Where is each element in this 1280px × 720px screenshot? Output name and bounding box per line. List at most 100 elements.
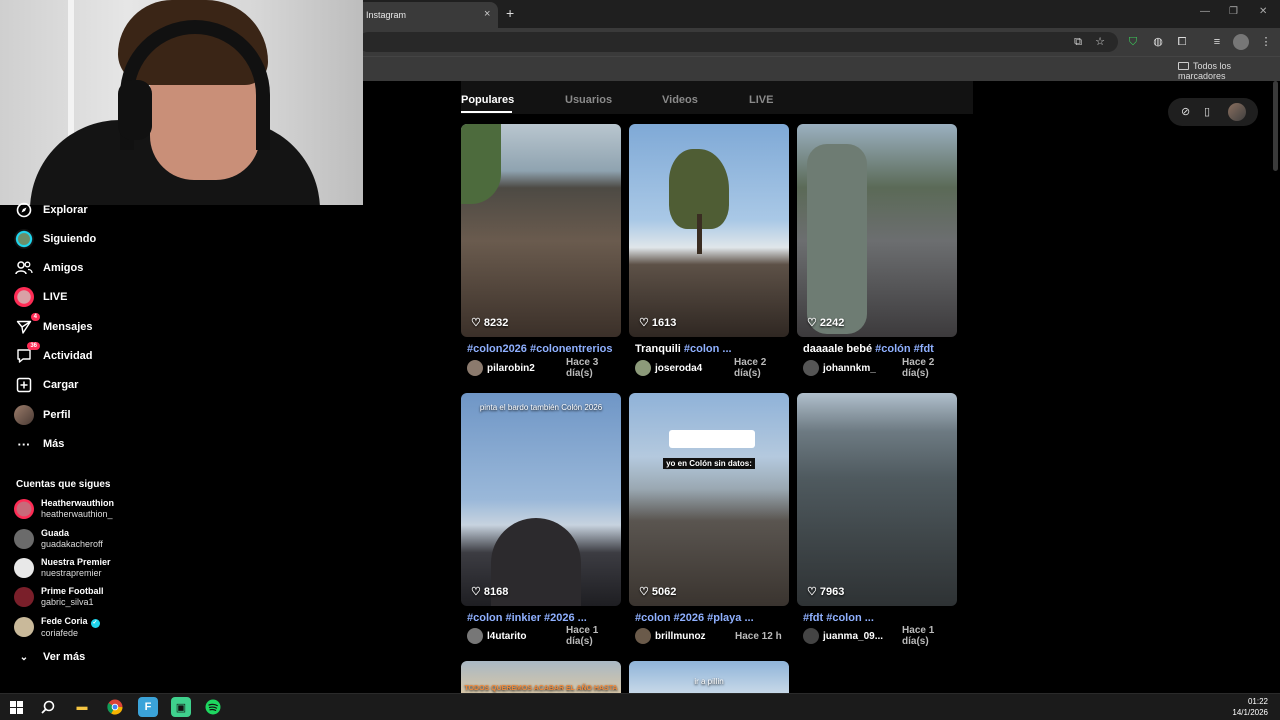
verified-icon: ✓	[90, 618, 100, 628]
nav-actividad[interactable]: 36 Actividad	[14, 342, 93, 367]
see-more-button[interactable]: ⌄ Ver más	[14, 646, 85, 668]
caption-text: daaaale bebé	[803, 343, 876, 355]
nav-mensajes[interactable]: 4 Mensajes	[14, 313, 93, 338]
video-overlay-text: yo en Colón sin datos:	[663, 458, 755, 469]
video-author[interactable]: johannkm_	[823, 363, 902, 374]
profile-avatar-icon[interactable]	[1233, 34, 1249, 50]
device-icon[interactable]: ▯	[1204, 105, 1210, 118]
adblock-shield-icon[interactable]: ⛉	[1125, 34, 1141, 50]
video-overlay-text: pinta el bardo también Colón 2026	[479, 403, 603, 412]
tab-live[interactable]: LIVE	[749, 94, 773, 106]
system-clock[interactable]: 01:22 14/1/2026	[1232, 696, 1268, 718]
account-handle: heatherwauthion_	[41, 509, 113, 519]
following-account[interactable]: Fede Coria ✓ coriafede	[14, 614, 100, 640]
video-caption[interactable]: daaaale bebé #colón #fdt	[803, 343, 963, 355]
spotify-icon[interactable]	[203, 697, 223, 717]
all-bookmarks-folder[interactable]: Todos los marcadores	[1178, 61, 1280, 81]
video-thumbnail[interactable]: yo en Colón sin datos: ♡ 5062	[629, 393, 789, 606]
video-time: Hace 1 día(s)	[566, 625, 599, 647]
avatar	[635, 628, 651, 644]
video-caption[interactable]: #colon #inkier #2026 ...	[467, 612, 627, 624]
avatar	[14, 587, 34, 607]
video-thumbnail[interactable]: ♡ 7963	[797, 393, 957, 606]
tab-usuarios[interactable]: Usuarios	[565, 94, 612, 106]
install-app-icon[interactable]: ⧉	[1070, 34, 1086, 50]
reading-list-icon[interactable]: ≡	[1209, 34, 1225, 50]
likes-count: ♡ 5062	[639, 586, 677, 598]
video-thumbnail[interactable]: ♡ 1613	[629, 124, 789, 337]
video-caption[interactable]: Tranquili #colon ...	[635, 343, 795, 355]
video-author[interactable]: brillmunoz	[655, 631, 735, 642]
restore-icon[interactable]: ❐	[1229, 6, 1238, 17]
nav-cargar[interactable]: Cargar	[14, 374, 78, 396]
video-meta: l4utarito Hace 1 día(s)	[467, 625, 627, 647]
following-account[interactable]: Nuestra Premier nuestrapremier	[14, 555, 111, 581]
extension-globe-icon[interactable]: ◍	[1150, 34, 1166, 50]
nav-explorar[interactable]: Explorar	[14, 199, 88, 221]
avatar	[14, 617, 34, 637]
account-handle: coriafede	[41, 627, 79, 638]
avatar	[14, 529, 34, 549]
compass-icon[interactable]: ⊘	[1181, 105, 1190, 118]
chrome-icon[interactable]	[105, 697, 125, 717]
video-thumbnail[interactable]: pinta el bardo también Colón 2026 ♡ 8168	[461, 393, 621, 606]
likes-count: ♡ 1613	[639, 317, 677, 329]
windows-start-icon[interactable]	[6, 697, 26, 717]
tab-populares[interactable]: Populares	[461, 94, 514, 106]
nav-mas[interactable]: ··· Más	[14, 433, 65, 455]
close-tab-icon[interactable]: ×	[484, 8, 490, 20]
following-account[interactable]: Prime Football gabric_silva1	[14, 584, 104, 610]
minimize-icon[interactable]: —	[1200, 6, 1210, 17]
nav-amigos[interactable]: Amigos	[14, 257, 83, 279]
video-thumbnail[interactable]: ♡ 2242	[797, 124, 957, 337]
likes-count: ♡ 8232	[471, 317, 509, 329]
likes-count: ♡ 7963	[807, 586, 845, 598]
video-author[interactable]: juanma_09...	[823, 631, 902, 642]
nav-perfil[interactable]: Perfil	[14, 404, 71, 426]
video-thumbnail[interactable]: ir a pillin	[629, 661, 789, 693]
browser-tab[interactable]: Instagram ×	[356, 2, 498, 28]
nav-siguiendo[interactable]: Siguiendo	[14, 228, 96, 250]
search-icon[interactable]	[38, 697, 58, 717]
likes-count: ♡ 2242	[807, 317, 845, 329]
app-icon[interactable]: F	[138, 697, 158, 717]
video-caption[interactable]: #colon #2026 #playa ...	[635, 612, 795, 624]
following-account[interactable]: Heatherwauthion heatherwauthion_	[14, 496, 114, 522]
messages-icon: 4	[14, 313, 40, 337]
tab-videos[interactable]: Videos	[662, 94, 698, 106]
avatar	[803, 628, 819, 644]
avatar	[803, 360, 819, 376]
likes-value: 2242	[819, 317, 845, 329]
close-window-icon[interactable]: ✕	[1259, 6, 1267, 17]
avatar[interactable]	[1228, 103, 1246, 121]
file-explorer-icon[interactable]: ▬	[72, 697, 92, 717]
browser-tab-title: Instagram	[366, 10, 407, 20]
video-overlay-text: ir a pillin	[694, 677, 724, 686]
video-caption[interactable]: #colon2026 #colonentrerios	[467, 343, 627, 355]
video-author[interactable]: l4utarito	[487, 631, 566, 642]
extensions-puzzle-icon[interactable]: ⧠	[1174, 34, 1190, 50]
account-handle: nuestrapremier	[41, 568, 102, 578]
bookmark-star-icon[interactable]: ☆	[1092, 34, 1108, 50]
caption-tags: #fdt #colon ...	[803, 612, 874, 624]
tiktok-app-icon[interactable]: ▣	[171, 697, 191, 717]
active-tab-indicator	[461, 111, 512, 113]
new-tab-button[interactable]: +	[506, 5, 514, 21]
page-scrollbar[interactable]	[1273, 81, 1278, 171]
following-account[interactable]: Guada guadakacheroff	[14, 526, 103, 552]
video-thumbnail[interactable]: TODOS QUEREMOS ACABAR EL AÑO HASTA	[461, 661, 621, 693]
video-time: Hace 3 día(s)	[566, 357, 599, 379]
video-thumbnail[interactable]: ♡ 8232	[461, 124, 621, 337]
nav-live[interactable]: LIVE	[14, 286, 67, 308]
video-author[interactable]: pilarobin2	[487, 363, 566, 374]
video-author[interactable]: joseroda4	[655, 363, 734, 374]
browser-menu-icon[interactable]: ⋮	[1258, 34, 1274, 50]
caption-tags: #colón #fdt	[875, 343, 934, 355]
address-bar[interactable]	[358, 32, 1118, 52]
nav-label: Más	[43, 438, 65, 450]
search-tabs	[461, 81, 973, 114]
account-name: Nuestra Premier	[41, 557, 111, 567]
avatar	[635, 360, 651, 376]
compass-icon	[14, 200, 34, 220]
video-caption[interactable]: #fdt #colon ...	[803, 612, 963, 624]
